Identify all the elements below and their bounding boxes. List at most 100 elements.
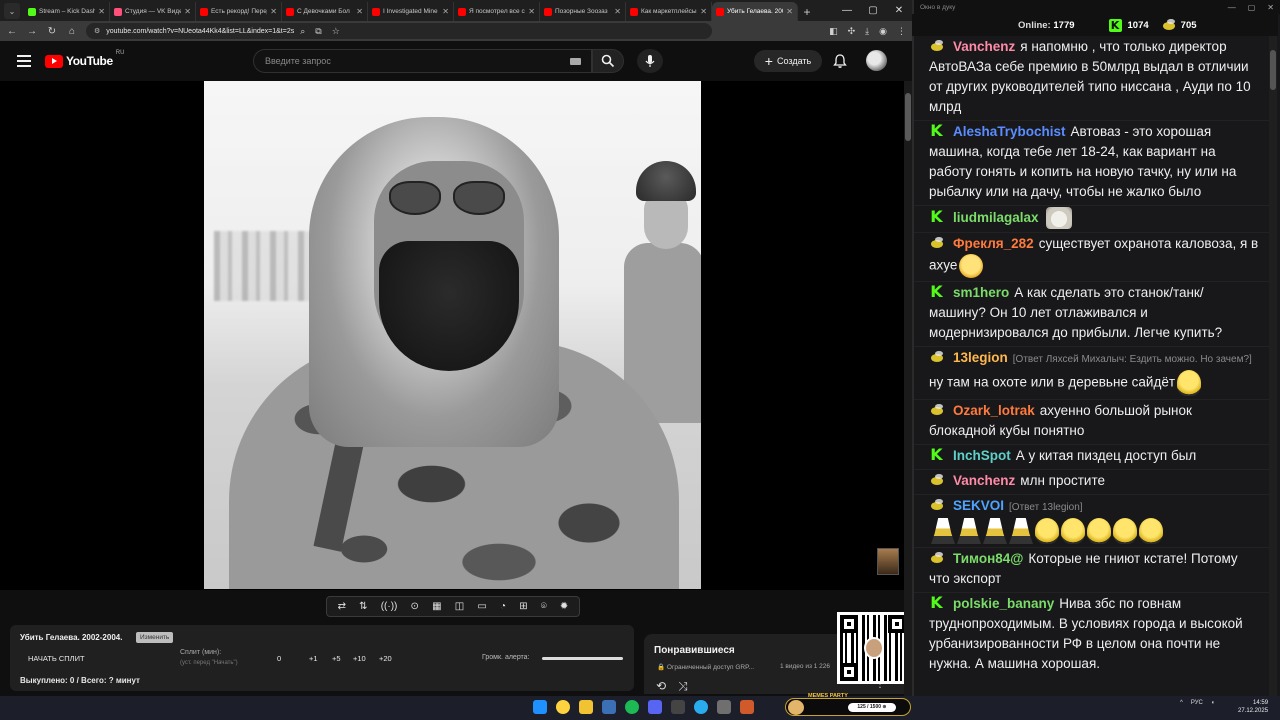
search-input[interactable]: Введите запрос bbox=[253, 49, 592, 73]
broadcast-icon[interactable]: ((·)) bbox=[381, 601, 398, 612]
sort-icon[interactable]: ⇅ bbox=[359, 601, 367, 612]
voice-search-button[interactable] bbox=[637, 49, 663, 73]
add-5-button[interactable]: +5 bbox=[332, 654, 341, 663]
app-icon-2[interactable] bbox=[740, 700, 754, 714]
discord-icon[interactable] bbox=[648, 700, 662, 714]
address-bar[interactable]: ⚙ youtube.com/watch?v=NUeota44Kk4&list=L… bbox=[86, 23, 712, 39]
tray-chevron-icon[interactable]: ^ bbox=[1180, 700, 1183, 706]
spotify-icon[interactable] bbox=[625, 700, 639, 714]
repeat-icon[interactable]: ⟲ bbox=[656, 679, 666, 694]
tab-close-icon[interactable]: ✕ bbox=[700, 7, 707, 16]
zoom-icon[interactable]: ⌕ bbox=[300, 26, 305, 37]
minimize-icon[interactable]: — bbox=[834, 5, 860, 16]
guide-menu-icon[interactable] bbox=[17, 55, 31, 67]
chat-username[interactable]: Ozark_lotrak bbox=[953, 403, 1035, 418]
chat-username[interactable]: 13legion bbox=[953, 350, 1008, 365]
calendar-icon[interactable]: ▦ bbox=[432, 601, 441, 612]
browser-tab[interactable]: Есть рекорд! Перед ✕ bbox=[196, 2, 282, 21]
tab-close-icon[interactable]: ✕ bbox=[98, 7, 105, 16]
browser-tab[interactable]: С Девочками Бол ✕ bbox=[282, 2, 368, 21]
telegram-icon[interactable] bbox=[694, 700, 708, 714]
shuffle-icon[interactable]: ⤨ bbox=[678, 679, 688, 694]
start-split-button[interactable]: НАЧАТЬ СПЛИТ bbox=[28, 654, 85, 663]
browser-tab[interactable]: Stream – Kick Dashboard✕ bbox=[24, 2, 110, 21]
extensions-puzzle-icon[interactable]: ✣ bbox=[848, 26, 856, 37]
browser-tab[interactable]: Убить Гелаева. 200 ✕ bbox=[712, 2, 798, 21]
chat-username[interactable]: liudmilagalax bbox=[953, 210, 1039, 225]
chrome-icon[interactable] bbox=[556, 700, 570, 714]
steam-icon[interactable] bbox=[602, 700, 616, 714]
youtube-logo[interactable]: YouTube RU bbox=[45, 50, 124, 68]
downloads-icon[interactable]: ⤓ bbox=[865, 26, 869, 37]
chat-username[interactable]: sm1hero bbox=[953, 285, 1009, 300]
add-frame-icon[interactable]: ⊞ bbox=[519, 601, 527, 612]
chat-username[interactable]: SEKVOI bbox=[953, 498, 1004, 513]
chat-scrollbar[interactable] bbox=[1269, 36, 1277, 696]
maximize-icon[interactable]: ▢ bbox=[1248, 3, 1256, 12]
chat-username[interactable]: Vanchenz bbox=[953, 39, 1015, 54]
tab-close-icon[interactable]: ✕ bbox=[184, 7, 191, 16]
settings-gear-icon[interactable]: ✹ bbox=[560, 601, 568, 612]
browser-tab[interactable]: Позорные Зоозаз ✕ bbox=[540, 2, 626, 21]
explorer-icon[interactable] bbox=[579, 700, 593, 714]
watch-later-icon[interactable]: ⊙ bbox=[411, 601, 419, 612]
site-info-icon[interactable]: ⚙ bbox=[94, 27, 100, 35]
add-1-button[interactable]: +1 bbox=[309, 654, 318, 663]
browser-tab[interactable]: Как маркетплейсы ✕ bbox=[626, 2, 712, 21]
chat-username[interactable]: Фрекля_282 bbox=[953, 236, 1034, 251]
tab-close-icon[interactable]: ✕ bbox=[786, 7, 793, 16]
chat-username[interactable]: AleshaTrybochist bbox=[953, 124, 1066, 139]
tab-close-icon[interactable]: ✕ bbox=[528, 7, 535, 16]
tab-search-button[interactable]: ⌄ bbox=[4, 3, 20, 19]
home-icon[interactable]: ⌂ bbox=[66, 26, 78, 37]
close-icon[interactable]: ✕ bbox=[1267, 3, 1274, 12]
tab-close-icon[interactable]: ✕ bbox=[270, 7, 277, 16]
split-value[interactable]: 0 bbox=[277, 654, 281, 663]
profile-icon[interactable]: ◉ bbox=[879, 26, 887, 37]
page-scrollbar[interactable] bbox=[904, 81, 912, 696]
tab-close-icon[interactable]: ✕ bbox=[442, 7, 449, 16]
chat-username[interactable]: Vanchenz bbox=[953, 473, 1015, 488]
browser-tab[interactable]: Студия — VK Видео ✕ bbox=[110, 2, 196, 21]
create-button[interactable]: + Создать bbox=[754, 50, 822, 72]
obs-icon[interactable] bbox=[671, 700, 685, 714]
account-avatar[interactable] bbox=[866, 50, 887, 71]
add-10-button[interactable]: +10 bbox=[353, 654, 366, 663]
app-icon[interactable] bbox=[717, 700, 731, 714]
cast-icon[interactable]: ⧉ bbox=[315, 26, 321, 37]
menu-dots-icon[interactable]: ⋮ bbox=[897, 26, 906, 37]
alert-volume-slider[interactable] bbox=[542, 657, 623, 660]
screen-icon[interactable]: ▭ bbox=[477, 601, 486, 612]
add-20-button[interactable]: +20 bbox=[379, 654, 392, 663]
bookmark-star-icon[interactable]: ☆ bbox=[332, 26, 340, 37]
minimize-icon[interactable]: — bbox=[1228, 3, 1236, 12]
extension-icon[interactable]: ◧ bbox=[829, 26, 838, 37]
chat-username[interactable]: polskie_banany bbox=[953, 596, 1054, 611]
search-button[interactable] bbox=[592, 49, 624, 73]
playlist-title[interactable]: Понравившиеся bbox=[654, 645, 735, 656]
forward-icon[interactable]: → bbox=[26, 26, 38, 37]
back-icon[interactable]: ← bbox=[6, 26, 18, 37]
tab-close-icon[interactable]: ✕ bbox=[614, 7, 621, 16]
chat-username[interactable]: Тимон84@ bbox=[953, 551, 1023, 566]
start-icon[interactable] bbox=[533, 700, 547, 714]
video-player[interactable] bbox=[0, 81, 904, 590]
speedometer-icon[interactable]: ◔ bbox=[500, 601, 506, 612]
camera-icon[interactable]: ⌾ bbox=[541, 601, 547, 612]
taskbar-clock[interactable]: 14:59 27.12.2025 bbox=[1238, 699, 1268, 715]
keyboard-icon[interactable] bbox=[570, 58, 581, 65]
maximize-icon[interactable]: ▢ bbox=[860, 5, 886, 16]
chat-reply-reference[interactable]: [Ответ 13legion] bbox=[1009, 502, 1083, 513]
chat-username[interactable]: InchSpot bbox=[953, 448, 1011, 463]
picture-in-picture-icon[interactable]: ◫ bbox=[455, 601, 464, 612]
reload-icon[interactable]: ↻ bbox=[46, 26, 58, 37]
chat-reply-reference[interactable]: [Ответ Ляхсей Михалыч: Ездить можно. Но … bbox=[1013, 354, 1252, 365]
tab-close-icon[interactable]: ✕ bbox=[356, 7, 363, 16]
loop-icon[interactable]: ⇄ bbox=[338, 601, 346, 612]
browser-tab[interactable]: Я посмотрел все с ✕ bbox=[454, 2, 540, 21]
video-thumbnail[interactable] bbox=[877, 548, 899, 575]
browser-tab[interactable]: I Investigated Mine ✕ bbox=[368, 2, 454, 21]
close-icon[interactable]: ✕ bbox=[886, 5, 912, 16]
speaker-icon[interactable]: ◖ bbox=[1211, 700, 1215, 706]
new-tab-button[interactable]: + bbox=[798, 2, 816, 21]
